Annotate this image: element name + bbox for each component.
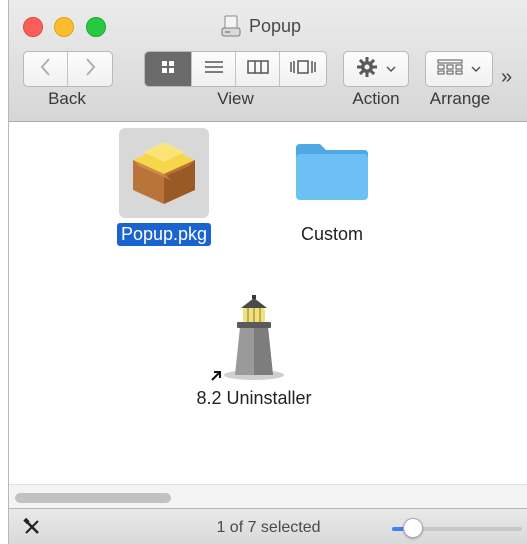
column-view-button[interactable]: [236, 52, 280, 86]
chevron-right-icon: [83, 57, 97, 82]
toolbar: Popup » Back View Action Arrange: [9, 0, 527, 122]
alias-arrow-icon: [209, 369, 223, 388]
file-name-popup-pkg: Popup.pkg: [116, 223, 212, 246]
back-label: Back: [48, 89, 86, 108]
chevron-down-icon: [471, 60, 481, 78]
forward-button[interactable]: [68, 52, 112, 86]
arrange-grid-icon: [437, 59, 463, 80]
view-label: View: [217, 89, 254, 108]
file-item-custom[interactable]: Custom: [272, 128, 392, 246]
chevron-down-icon: [386, 60, 396, 78]
horizontal-scrollbar[interactable]: [9, 484, 527, 508]
gear-icon: [356, 56, 378, 83]
status-bar: 1 of 7 selected: [9, 508, 527, 544]
window-title-text: Popup: [249, 15, 302, 36]
window-title: Popup: [221, 14, 301, 38]
folder-icon: [292, 140, 372, 207]
action-button[interactable]: [343, 51, 409, 87]
icon-size-slider-knob[interactable]: [402, 518, 423, 538]
zoom-window-button[interactable]: [86, 17, 106, 37]
file-name-uninstaller: 8.2 Uninstaller: [196, 388, 312, 408]
close-window-button[interactable]: [23, 17, 43, 37]
action-label: Action: [352, 89, 400, 108]
view-mode-control: [144, 51, 327, 87]
columns-icon: [246, 59, 269, 80]
disk-image-icon: [221, 15, 241, 37]
icon-view-button[interactable]: [145, 52, 192, 86]
file-name-custom: Custom: [300, 224, 363, 244]
finder-window: Popup » Back View Action Arrange Popup.p…: [8, 0, 527, 544]
file-browser-area[interactable]: Popup.pkg Custom 8.2 Uninstaller: [9, 123, 527, 509]
horizontal-scroll-thumb[interactable]: [15, 493, 171, 503]
package-icon: [125, 132, 203, 215]
arrange-button[interactable]: [425, 51, 493, 87]
file-item-popup-pkg[interactable]: Popup.pkg: [99, 128, 229, 246]
file-item-uninstaller[interactable]: 8.2 Uninstaller: [174, 295, 334, 410]
arrange-label: Arrange: [429, 89, 491, 108]
list-view-button[interactable]: [192, 52, 236, 86]
package-icon-highlight: [119, 128, 209, 218]
chevron-left-icon: [39, 57, 53, 82]
grid-icon: [161, 60, 175, 79]
minimize-window-button[interactable]: [54, 17, 74, 37]
cover-flow-icon: [289, 59, 317, 80]
cover-flow-view-button[interactable]: [280, 52, 326, 86]
toolbar-overflow-button[interactable]: »: [501, 66, 512, 89]
back-forward-control: [23, 51, 113, 87]
back-button[interactable]: [24, 52, 68, 86]
lighthouse-icon: [223, 295, 285, 388]
list-icon: [204, 60, 224, 79]
